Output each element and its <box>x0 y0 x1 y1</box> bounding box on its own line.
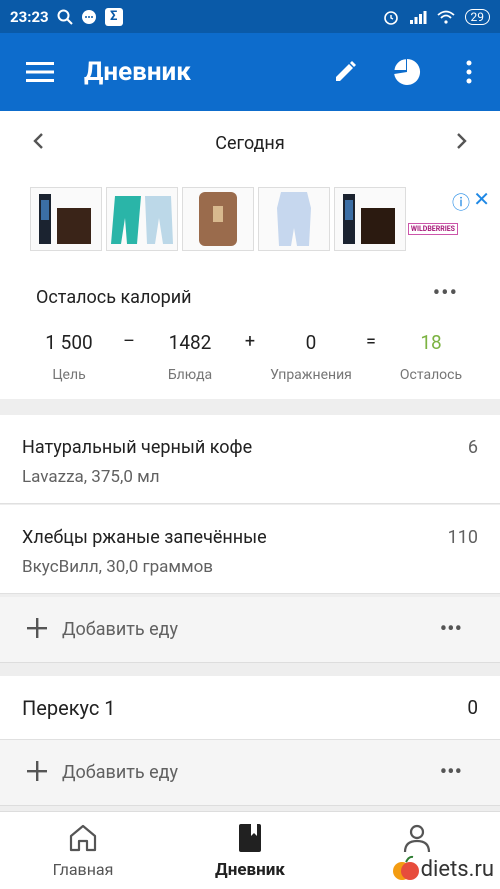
menu-button[interactable] <box>0 61 80 83</box>
plus-icon <box>26 613 50 646</box>
previous-day-button[interactable] <box>28 132 48 155</box>
baby-pants-image <box>111 196 173 244</box>
food-calories: 110 <box>447 527 478 548</box>
food-name: Натуральный черный кофе <box>22 437 253 458</box>
nutrition-chart-button[interactable] <box>376 58 438 86</box>
watermark-text: diets.ru <box>420 856 494 882</box>
home-icon <box>69 824 97 852</box>
battery-indicator: 29 <box>464 8 490 25</box>
meal-calories: 0 <box>467 696 478 719</box>
add-food-row[interactable]: Добавить еду ••• <box>0 740 500 806</box>
food-label: Блюда <box>167 367 213 383</box>
alarm-icon <box>383 10 398 25</box>
meal-header-snack[interactable]: Перекус 1 0 <box>0 676 500 740</box>
food-description: ВкусВилл, 30,0 граммов <box>22 557 214 577</box>
nav-home[interactable]: Главная <box>0 812 166 889</box>
minus-operator: – <box>123 331 135 352</box>
watermark: diets.ru <box>391 855 494 883</box>
plus-operator: + <box>244 331 256 352</box>
equals-operator: = <box>366 331 376 352</box>
food-description: Lavazza, 375,0 мл <box>22 467 160 487</box>
edit-button[interactable] <box>314 60 376 84</box>
hair-dye-product-image <box>39 194 91 244</box>
calories-remaining-card: Осталось калорий ••• 1 500 Цель – 1482 Б… <box>0 267 500 399</box>
goal-value: 1 500 <box>45 331 93 354</box>
food-value: 1482 <box>168 331 212 354</box>
food-entry[interactable]: Хлебцы ржаные запечённые ВкусВилл, 30,0 … <box>0 505 500 594</box>
food-calories: 6 <box>467 437 478 458</box>
ad-product-image[interactable] <box>182 187 254 251</box>
food-name: Хлебцы ржаные запечённые <box>22 527 267 548</box>
hair-dye-product-image <box>343 194 395 244</box>
baby-romper-image <box>277 192 311 246</box>
diary-book-icon <box>239 824 261 852</box>
signal-icon <box>409 10 426 24</box>
remaining-value: 18 <box>420 331 442 354</box>
nav-diary[interactable]: Дневник <box>167 812 333 889</box>
ad-info-icon[interactable]: ⓘ <box>452 189 470 215</box>
app-bar: Дневник <box>0 33 500 111</box>
chevron-right-icon <box>457 132 467 149</box>
chat-bubble-icon <box>81 9 96 24</box>
chevron-left-icon <box>33 132 43 149</box>
calories-title: Осталось калорий <box>36 287 192 308</box>
add-food-row[interactable]: Добавить еду ••• <box>0 597 500 663</box>
exercise-value: 0 <box>305 331 317 354</box>
ad-close-icon[interactable]: ✕ <box>473 187 490 211</box>
pencil-icon <box>336 61 356 81</box>
nav-home-label: Главная <box>52 860 114 879</box>
meal-more-button[interactable]: ••• <box>440 617 462 642</box>
current-date[interactable]: Сегодня <box>215 133 284 154</box>
ad-product-image[interactable] <box>258 187 330 251</box>
nav-diary-label: Дневник <box>215 860 285 880</box>
add-food-label: Добавить еду <box>62 762 179 783</box>
page-title: Дневник <box>84 57 191 87</box>
search-icon <box>57 9 73 25</box>
ad-brand-logo: WILDBERRIES <box>407 223 458 235</box>
calories-more-button[interactable]: ••• <box>433 281 458 306</box>
exercise-label: Упражнения <box>270 367 352 383</box>
goal-label: Цель <box>52 367 86 383</box>
status-time: 23:23 <box>10 7 49 26</box>
ad-product-image[interactable] <box>106 187 178 251</box>
cosmetic-tube-image <box>199 192 237 246</box>
add-food-label: Добавить еду <box>62 619 179 640</box>
status-bar: 23:23 Σ 29 <box>0 0 500 33</box>
ad-product-image[interactable] <box>334 187 406 251</box>
hamburger-icon <box>26 62 54 82</box>
date-navigator: Сегодня <box>0 111 500 175</box>
ad-product-image[interactable] <box>30 187 102 251</box>
ad-banner[interactable]: ⓘ ✕ WILDBERRIES <box>0 175 500 267</box>
meal-more-button[interactable]: ••• <box>440 760 462 785</box>
person-icon <box>403 824 431 853</box>
next-day-button[interactable] <box>452 132 472 155</box>
remaining-label: Осталось <box>399 367 463 383</box>
sigma-app-icon: Σ <box>104 7 123 26</box>
overflow-menu-button[interactable] <box>438 60 500 84</box>
meal-name: Перекус 1 <box>22 695 116 720</box>
pie-chart-icon <box>394 58 421 85</box>
more-vert-icon <box>466 60 472 84</box>
fruit-logo-icon <box>392 855 419 880</box>
plus-icon <box>26 756 50 789</box>
wifi-icon <box>436 10 455 24</box>
food-entry[interactable]: Натуральный черный кофе Lavazza, 375,0 м… <box>0 415 500 504</box>
